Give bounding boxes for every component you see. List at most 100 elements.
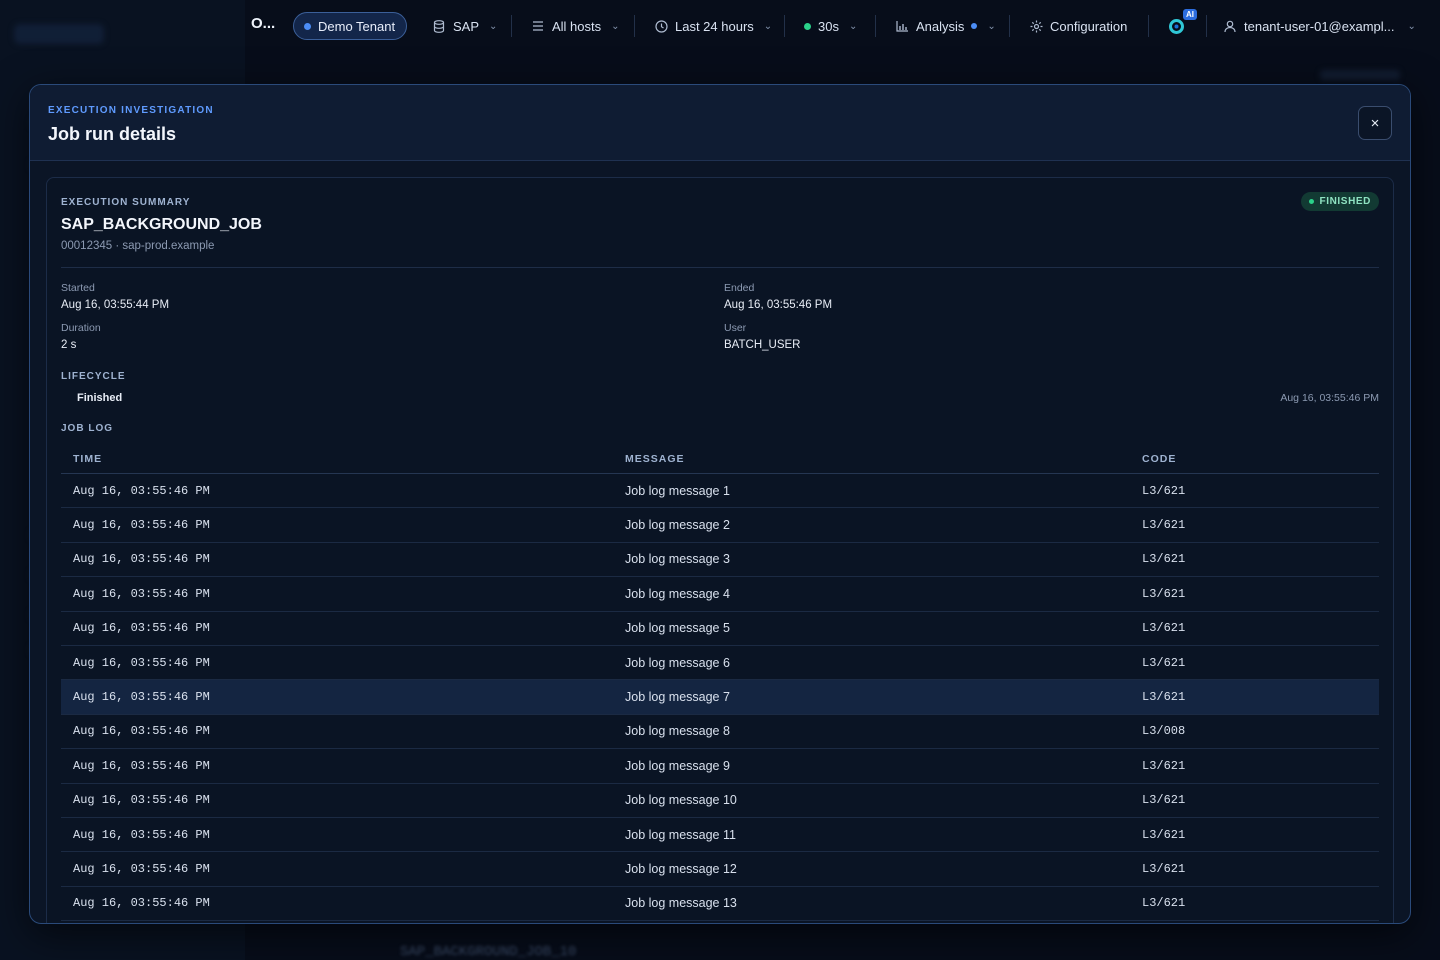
chevron-down-icon: ⌄ bbox=[611, 20, 620, 32]
log-code: L3/621 bbox=[1142, 758, 1186, 773]
refresh-interval-selector[interactable]: 30s ⌄ bbox=[804, 14, 857, 38]
job-subtitle: 00012345 · sap-prod.example bbox=[61, 240, 215, 252]
log-time: Aug 16, 03:55:46 PM bbox=[73, 690, 210, 705]
chevron-down-icon: ⌄ bbox=[987, 20, 996, 32]
tenant-selector[interactable]: Demo Tenant bbox=[293, 12, 408, 40]
nav-divider bbox=[511, 15, 512, 37]
log-message: Job log message 4 bbox=[625, 586, 730, 601]
database-icon bbox=[432, 19, 446, 33]
chevron-down-icon: ⌄ bbox=[848, 20, 858, 32]
job-log-header: TIME MESSAGE CODE bbox=[61, 444, 1379, 474]
chevron-down-icon: ⌄ bbox=[763, 20, 773, 32]
lifecycle-time: Aug 16, 03:55:46 PM bbox=[1280, 392, 1379, 404]
table-row[interactable]: Aug 16, 03:55:46 PM Job log message 11 L3/… bbox=[61, 818, 1379, 853]
job-log-body: Aug 16, 03:55:46 PM Job log message 1 L3/6… bbox=[61, 474, 1379, 922]
log-time: Aug 16, 03:55:46 PM bbox=[73, 586, 210, 601]
list-icon bbox=[531, 19, 545, 33]
table-row[interactable]: Aug 16, 03:55:46 PM Job log message 5 L3/6… bbox=[61, 612, 1379, 646]
log-time: Aug 16, 03:55:46 PM bbox=[73, 827, 210, 842]
log-code: L3/621 bbox=[1142, 827, 1186, 842]
bar-chart-icon bbox=[895, 19, 909, 33]
started-value: Aug 16, 03:55:44 PM bbox=[61, 299, 170, 311]
log-message: Job log message 9 bbox=[625, 758, 730, 773]
started-label: Started bbox=[61, 282, 95, 294]
log-message: Job log message 2 bbox=[625, 518, 730, 533]
table-row[interactable]: Aug 16, 03:55:46 PM Job log message 4 L3/6… bbox=[61, 577, 1379, 612]
nav-divider bbox=[1206, 15, 1207, 37]
log-time: Aug 16, 03:55:46 PM bbox=[73, 621, 210, 636]
table-row[interactable]: Aug 16, 03:55:46 PM Job log message 6 L3/6… bbox=[61, 646, 1379, 681]
summary-divider bbox=[61, 267, 1379, 268]
log-code: L3/621 bbox=[1142, 861, 1186, 876]
log-message: Job log message 8 bbox=[625, 724, 730, 739]
refresh-interval-label: 30s bbox=[818, 18, 839, 34]
job-log-label: JOB LOG bbox=[61, 423, 114, 434]
configuration-label: Configuration bbox=[1050, 18, 1128, 34]
log-message: Job log message 1 bbox=[625, 483, 730, 498]
status-badge: FINISHED bbox=[1300, 192, 1379, 211]
nav-divider bbox=[784, 15, 785, 37]
job-name: SAP_BACKGROUND_JOB bbox=[61, 216, 262, 233]
modal-eyebrow: EXECUTION INVESTIGATION bbox=[48, 105, 214, 116]
log-message: Job log message 3 bbox=[625, 552, 730, 567]
time-range-selector[interactable]: Last 24 hours ⌄ bbox=[654, 14, 772, 38]
table-row[interactable]: Aug 16, 03:55:46 PM Job log message 12 L3/… bbox=[61, 852, 1379, 887]
top-navigation-bar: O... Demo Tenant SAP ⌄ All hosts ⌄ Last … bbox=[0, 0, 1440, 52]
nav-divider bbox=[1148, 15, 1149, 37]
chevron-down-icon: ⌄ bbox=[1407, 20, 1416, 32]
modal-header: EXECUTION INVESTIGATION Job run details … bbox=[30, 85, 1410, 161]
table-row[interactable]: Aug 16, 03:55:46 PM Job log message 13 L3/… bbox=[61, 887, 1379, 922]
lifecycle-label: LIFECYCLE bbox=[61, 371, 126, 382]
user-menu[interactable]: tenant-user-01@exampl... ⌄ bbox=[1223, 14, 1416, 38]
status-label: FINISHED bbox=[1319, 196, 1371, 207]
log-time: Aug 16, 03:55:46 PM bbox=[73, 483, 210, 498]
table-row[interactable]: Aug 16, 03:55:46 PM Job log message 1 L3/6… bbox=[61, 474, 1379, 509]
system-label: SAP bbox=[453, 18, 480, 34]
log-time: Aug 16, 03:55:46 PM bbox=[73, 793, 210, 808]
nav-divider bbox=[875, 15, 876, 37]
duration-label: Duration bbox=[61, 322, 101, 334]
lifecycle-state: Finished bbox=[77, 392, 123, 404]
live-status-dot bbox=[804, 22, 811, 30]
job-run-details-modal: EXECUTION INVESTIGATION Job run details … bbox=[29, 84, 1411, 924]
tenant-label: Demo Tenant bbox=[318, 18, 396, 34]
table-row[interactable]: Aug 16, 03:55:46 PM Job log message 9 L3/6… bbox=[61, 749, 1379, 784]
log-code: L3/621 bbox=[1142, 690, 1186, 705]
log-code: L3/621 bbox=[1142, 793, 1186, 808]
background-footer-text: SAP_BACKGROUND_JOB_10 bbox=[400, 944, 577, 960]
log-code: L3/621 bbox=[1142, 586, 1186, 601]
configuration-button[interactable]: Configuration bbox=[1029, 14, 1127, 38]
log-message: Job log message 12 bbox=[625, 861, 737, 876]
table-row[interactable]: Aug 16, 03:55:46 PM Job log message 7 L3/6… bbox=[61, 680, 1379, 715]
system-selector[interactable]: SAP ⌄ bbox=[432, 14, 497, 38]
brand-name[interactable]: O... bbox=[251, 15, 275, 32]
close-button[interactable]: × bbox=[1358, 106, 1392, 140]
hosts-selector[interactable]: All hosts ⌄ bbox=[531, 14, 620, 38]
log-time: Aug 16, 03:55:46 PM bbox=[73, 724, 210, 739]
user-label: User bbox=[724, 322, 747, 334]
nav-divider bbox=[1009, 15, 1010, 37]
clock-icon bbox=[654, 19, 668, 33]
column-header-time[interactable]: TIME bbox=[61, 453, 625, 465]
background-line bbox=[1320, 70, 1400, 80]
table-row[interactable]: Aug 16, 03:55:46 PM Job log message 3 L3/6… bbox=[61, 543, 1379, 578]
ended-label: Ended bbox=[724, 282, 755, 294]
analysis-menu[interactable]: Analysis ⌄ bbox=[895, 14, 996, 38]
log-message: Job log message 11 bbox=[625, 827, 736, 842]
log-time: Aug 16, 03:55:46 PM bbox=[73, 861, 210, 876]
log-code: L3/621 bbox=[1142, 483, 1186, 498]
table-row[interactable]: Aug 16, 03:55:46 PM Job log message 10 L3/… bbox=[61, 784, 1379, 818]
user-value: BATCH_USER bbox=[724, 339, 801, 351]
column-header-message[interactable]: MESSAGE bbox=[625, 453, 1142, 465]
table-row[interactable]: Aug 16, 03:55:46 PM Job log message 2 L3/6… bbox=[61, 508, 1379, 543]
modal-title: Job run details bbox=[48, 124, 177, 144]
hosts-label: All hosts bbox=[552, 18, 602, 34]
log-time: Aug 16, 03:55:46 PM bbox=[73, 518, 210, 533]
table-row[interactable]: Aug 16, 03:55:46 PM Job log message 8 L3/0… bbox=[61, 715, 1379, 750]
ai-badge: AI bbox=[1183, 9, 1197, 20]
gear-icon bbox=[1029, 19, 1043, 33]
column-header-code[interactable]: CODE bbox=[1142, 453, 1379, 465]
log-time: Aug 16, 03:55:46 PM bbox=[73, 552, 210, 567]
execution-summary-label: EXECUTION SUMMARY bbox=[61, 197, 191, 208]
time-range-label: Last 24 hours bbox=[675, 18, 754, 34]
